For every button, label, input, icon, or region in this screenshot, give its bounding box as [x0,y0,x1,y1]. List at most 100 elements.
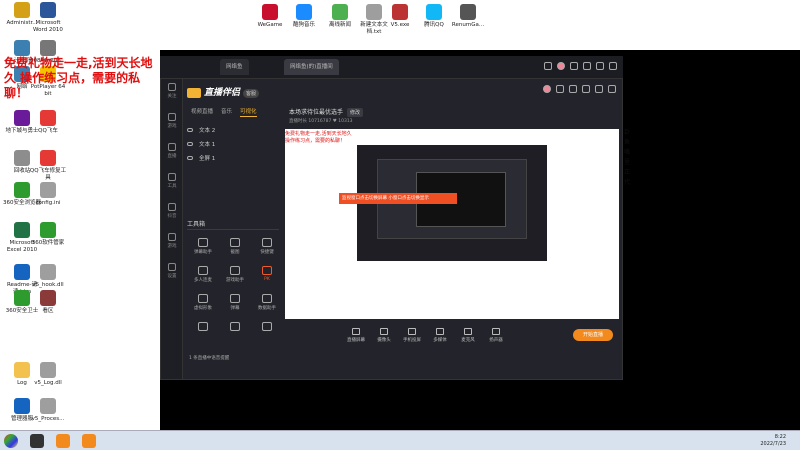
eye-icon[interactable] [187,156,193,160]
tool-item[interactable]: 游戏助手 [219,263,251,287]
preview-overlay-text: 免费礼物走一走,活到天长地久 操作练习点，需要的私聊！ [285,131,352,144]
sidebar-item-label: 游戏 [167,244,177,249]
strip-char: 代 [623,179,630,186]
live-companion-window: 关注 游戏 直播 工具 抖音 游戏 设置 直播伴侣 客服 视频直播 音乐 可视化 文本 2 文… [160,78,623,380]
desktop-icon[interactable]: v5_Proces... [28,398,68,423]
tool-item[interactable] [187,319,219,343]
source-row[interactable]: 文本 1 [183,137,283,151]
sidebar-item[interactable]: 直播 [161,143,183,169]
minimize-icon[interactable] [595,85,603,93]
close-icon[interactable] [608,85,616,93]
tool-item[interactable] [251,319,283,343]
desktop-icon-label: 360软件管家 [31,240,65,246]
tool-item[interactable] [219,319,251,343]
source-button[interactable]: 手机投屏 [399,327,425,343]
go-live-button[interactable]: 开始直播 [573,329,613,341]
source-button-label: 直播屏幕 [347,337,365,343]
tool-item[interactable]: 弹幕助手 [187,235,219,259]
browser-tab-1[interactable]: 网络鱼 [220,59,249,75]
source-button-label: 麦克风 [461,337,475,343]
tool-item[interactable]: 数据助手 [251,291,283,315]
overlay-caption: 免费礼物走一走,活到天长地久 操作练习点，需要的私聊！ [4,56,153,100]
desktop-icon[interactable]: QQ飞车修复工具 [28,150,68,182]
version-badge[interactable]: 客服 [243,89,260,98]
source-row[interactable]: 文本 2 [183,123,283,137]
sidebar-item[interactable]: 关注 [161,83,183,109]
link-icon[interactable] [544,62,552,70]
start-icon[interactable] [4,434,18,448]
tool-item[interactable]: 虚拟形象 [187,291,219,315]
edit-title-button[interactable]: 修改 [347,108,364,117]
tool-label: 弹幕助手 [194,250,212,255]
desktop-icon[interactable]: 360软件管家 [28,222,68,247]
voice-reminder[interactable]: 1 条直播中语音提醒 [183,355,283,361]
tool-item[interactable]: PK [251,263,283,287]
desktop-icon[interactable]: 看区 [28,290,68,315]
app-icon[interactable] [82,434,96,448]
sidebar-item[interactable]: 游戏 [161,233,183,259]
desktop-icon[interactable]: QQ飞车 [28,110,68,135]
source-button[interactable]: 摄像头 [371,327,397,343]
tool-label: 弹幕 [230,306,240,311]
settings-icon[interactable] [582,85,590,93]
source-label: 文本 2 [199,128,216,134]
avatar[interactable] [543,85,551,93]
sidebar-item-label: 工具 [167,184,177,189]
source-button[interactable]: 扬声器 [483,327,509,343]
desktop-icon[interactable]: 酷狗音乐 [284,4,324,29]
tool-item[interactable]: 弹幕 [219,291,251,315]
logo-text: 直播伴侣 [204,88,241,98]
desktop-icon[interactable]: v5_Log.dll [28,362,68,387]
strip-char: 鱼 [623,139,630,146]
strip-char: 正 [623,169,630,176]
sidebar-item[interactable]: 抖音 [161,203,183,229]
tool-icon [262,294,272,303]
scene-panel: 视频直播 音乐 可视化 文本 2 文本 1 全屏 1 工具箱 弹幕助手 截图 快捷键… [183,107,283,377]
browser-tab-2[interactable]: 网络鱼(的)直播间 [284,59,339,75]
desktop-icon-label: 酷狗音乐 [292,22,315,28]
source-row[interactable]: 全屏 1 [183,151,283,165]
file-icon [40,290,56,306]
message-icon[interactable] [556,85,564,93]
outer-window-controls [544,62,617,70]
app-icon[interactable] [30,434,44,448]
sidebar-icon [168,233,176,241]
tab-visual[interactable]: 可视化 [240,107,257,117]
desktop-icon-label: v5_hook.dll [32,282,64,288]
sidebar-item[interactable]: 工具 [161,173,183,199]
desktop-icon[interactable]: v5_hook.dll [28,264,68,289]
desktop-icon[interactable]: Microsoft Word 2010 [28,2,68,34]
sidebar-item[interactable]: 设置 [161,263,183,289]
tool-icon [262,266,272,275]
taskbar-clock[interactable]: 8:22 2022/7/23 [760,434,786,448]
desktop-icon-label: Microsoft Word 2010 [33,20,63,33]
tool-label: PK [264,277,270,282]
tab-music[interactable]: 音乐 [221,107,232,117]
source-button[interactable]: 多媒体 [427,327,453,343]
desktop-icon[interactable]: config.ini [28,182,68,207]
tool-item[interactable]: 多人连麦 [187,263,219,287]
minimize-icon[interactable] [583,62,591,70]
source-button-label: 摄像头 [377,337,391,343]
close-icon[interactable] [609,62,617,70]
tool-item[interactable]: 截图 [219,235,251,259]
tool-label: 游戏助手 [226,278,244,283]
maximize-icon[interactable] [596,62,604,70]
stream-preview[interactable]: 免费礼物走一走,活到天长地久 操作练习点，需要的私聊！ 监视窗口点击切换屏幕 小… [285,129,619,319]
panel-tabs: 视频直播 音乐 可视化 [183,107,283,117]
app-icon[interactable] [56,434,70,448]
shop-icon[interactable] [570,62,578,70]
gift-icon[interactable] [569,85,577,93]
eye-icon[interactable] [187,142,193,146]
source-button[interactable]: 直播屏幕 [343,327,369,343]
eye-icon[interactable] [187,128,193,132]
desktop-icon[interactable]: RenumGa... [448,4,488,29]
source-button[interactable]: 麦克风 [455,327,481,343]
tool-item[interactable]: 快捷键 [251,235,283,259]
file-icon [40,222,56,238]
tab-video[interactable]: 视频直播 [191,107,213,117]
source-icon [408,327,416,335]
sidebar-icon [168,113,176,121]
avatar[interactable] [557,62,565,70]
sidebar-item[interactable]: 游戏 [161,113,183,139]
